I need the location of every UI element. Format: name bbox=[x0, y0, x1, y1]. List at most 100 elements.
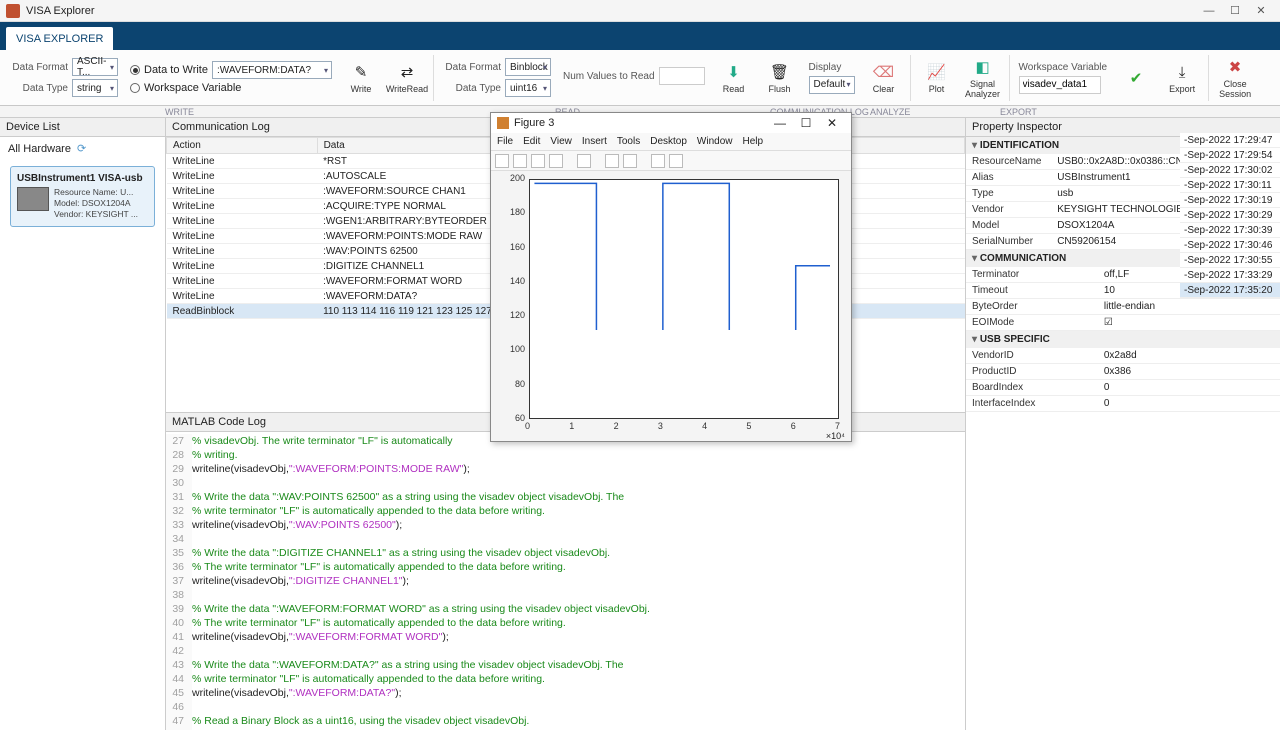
wvar-label: Workspace Variable bbox=[1019, 62, 1108, 73]
write-dataformat-label: Data Format bbox=[10, 62, 68, 73]
figure-titlebar[interactable]: Figure 3 — ☐ ✕ bbox=[491, 113, 851, 133]
read-datatype-dd[interactable]: uint16 bbox=[505, 79, 551, 97]
window-maximize-icon[interactable]: ☐ bbox=[1222, 2, 1248, 20]
figure-toolbar bbox=[491, 151, 851, 171]
device-list-title: Device List bbox=[0, 118, 165, 137]
figure-tool-icon[interactable] bbox=[651, 154, 665, 168]
numvals-input[interactable] bbox=[659, 67, 705, 85]
window-close-icon[interactable]: ✕ bbox=[1248, 2, 1274, 20]
property-row[interactable]: EOIMode☑ bbox=[966, 315, 1280, 331]
plot-trace bbox=[530, 180, 830, 330]
writeread-button[interactable]: ⇄WriteRead bbox=[384, 61, 430, 94]
signal-analyzer-button[interactable]: ◧Signal Analyzer bbox=[960, 56, 1006, 99]
write-group-label: WRITE bbox=[165, 107, 194, 117]
figure-tool-icon[interactable] bbox=[577, 154, 591, 168]
figure-menu-item[interactable]: Desktop bbox=[650, 136, 687, 147]
figure-menu-item[interactable]: Window bbox=[697, 136, 733, 147]
app-logo-icon bbox=[6, 4, 20, 18]
figure-menu-item[interactable]: Insert bbox=[582, 136, 607, 147]
figure-menu-item[interactable]: View bbox=[550, 136, 572, 147]
plot-ytick: 200 bbox=[499, 173, 525, 183]
figure-minimize-icon[interactable]: — bbox=[767, 116, 793, 130]
plot-button[interactable]: 📈Plot bbox=[914, 61, 960, 94]
device-name: USBInstrument1 VISA-usb bbox=[17, 173, 148, 184]
write-button[interactable]: ✎Write bbox=[338, 61, 384, 94]
device-image-icon bbox=[17, 187, 49, 211]
radio-workspace-var[interactable] bbox=[130, 83, 140, 93]
wvar-input[interactable] bbox=[1019, 76, 1101, 94]
flush-icon: 🗑 bbox=[769, 61, 791, 83]
figure-menu-item[interactable]: Edit bbox=[523, 136, 540, 147]
plot-ytick: 60 bbox=[499, 413, 525, 423]
plot-xtick: 3 bbox=[658, 421, 663, 431]
check-icon: ✔ bbox=[1125, 67, 1147, 89]
radio-data-to-write[interactable] bbox=[130, 65, 140, 75]
toolbar: Data Format ASCII-T... Data Type string … bbox=[0, 50, 1280, 106]
plot-xtick: 1 bbox=[569, 421, 574, 431]
plot-axes[interactable] bbox=[529, 179, 839, 419]
figure-menu-item[interactable]: Tools bbox=[617, 136, 640, 147]
figure-title: Figure 3 bbox=[514, 117, 554, 129]
export-icon: ⤓ bbox=[1171, 61, 1193, 83]
display-label: Display bbox=[809, 62, 842, 73]
figure-tool-icon[interactable] bbox=[605, 154, 619, 168]
figure-tool-icon[interactable] bbox=[549, 154, 563, 168]
radio-workspace-var-label: Workspace Variable bbox=[144, 82, 241, 94]
prop-section-header[interactable]: USB SPECIFIC bbox=[966, 331, 1280, 348]
ribbon-bar: VISA EXPLORER bbox=[0, 22, 1280, 50]
property-row[interactable]: ProductID0x386 bbox=[966, 364, 1280, 380]
figure-window[interactable]: Figure 3 — ☐ ✕ File Edit View Insert Tools De… bbox=[490, 112, 852, 442]
refresh-icon[interactable]: ⟳ bbox=[77, 142, 86, 155]
display-dd[interactable]: Default bbox=[809, 76, 855, 94]
figure-tool-icon[interactable] bbox=[495, 154, 509, 168]
close-session-icon: ✖ bbox=[1224, 56, 1246, 78]
code-area[interactable]: 27% visadevObj. The write terminator "LF… bbox=[166, 432, 965, 730]
write-dataformat-dd[interactable]: ASCII-T... bbox=[72, 58, 118, 76]
figure-tool-icon[interactable] bbox=[531, 154, 545, 168]
plot-ytick: 80 bbox=[499, 379, 525, 389]
property-row[interactable]: InterfaceIndex0 bbox=[966, 396, 1280, 412]
plot-ytick: 120 bbox=[499, 310, 525, 320]
plot-xtick: 4 bbox=[702, 421, 707, 431]
property-row[interactable]: BoardIndex0 bbox=[966, 380, 1280, 396]
figure-menu-item[interactable]: File bbox=[497, 136, 513, 147]
window-minimize-icon[interactable]: — bbox=[1196, 2, 1222, 20]
device-card[interactable]: USBInstrument1 VISA-usb Resource Name: U… bbox=[10, 166, 155, 227]
flush-button[interactable]: 🗑Flush bbox=[757, 61, 803, 94]
plot-ytick: 140 bbox=[499, 276, 525, 286]
write-datatype-dd[interactable]: string bbox=[72, 79, 118, 97]
export-button[interactable]: ⤓Export bbox=[1159, 61, 1205, 94]
read-dataformat-dd[interactable]: Binblock bbox=[505, 58, 551, 76]
figure-maximize-icon[interactable]: ☐ bbox=[793, 116, 819, 130]
radio-data-to-write-label: Data to Write bbox=[144, 64, 208, 76]
plot-xtick: 0 bbox=[525, 421, 530, 431]
figure-tool-icon[interactable] bbox=[513, 154, 527, 168]
property-row[interactable]: VendorID0x2a8d bbox=[966, 348, 1280, 364]
figure-menu-item[interactable]: Help bbox=[743, 136, 764, 147]
figure-close-icon[interactable]: ✕ bbox=[819, 116, 845, 130]
device-list-panel: Device List All Hardware ⟳ USBInstrument… bbox=[0, 118, 166, 730]
tab-visa-explorer[interactable]: VISA EXPLORER bbox=[6, 27, 113, 50]
property-row[interactable]: ByteOrderlittle-endian bbox=[966, 299, 1280, 315]
numvals-label: Num Values to Read bbox=[563, 71, 655, 82]
read-icon: ⬇ bbox=[723, 61, 745, 83]
plot-ytick: 100 bbox=[499, 344, 525, 354]
plot-xtick: 6 bbox=[791, 421, 796, 431]
writeread-icon: ⇄ bbox=[396, 61, 418, 83]
write-icon: ✎ bbox=[350, 61, 372, 83]
figure-tool-icon[interactable] bbox=[623, 154, 637, 168]
all-hardware-label[interactable]: All Hardware bbox=[8, 143, 71, 155]
plot-ytick: 180 bbox=[499, 207, 525, 217]
read-datatype-label: Data Type bbox=[443, 83, 501, 94]
wvar-ok-button[interactable]: ✔ bbox=[1113, 67, 1159, 89]
clear-button[interactable]: ⌫Clear bbox=[861, 61, 907, 94]
signal-analyzer-icon: ◧ bbox=[972, 56, 994, 78]
plot-icon: 📈 bbox=[926, 61, 948, 83]
write-value-dd[interactable]: :WAVEFORM:DATA? bbox=[212, 61, 332, 79]
figure-icon bbox=[497, 117, 509, 129]
read-button[interactable]: ⬇Read bbox=[711, 61, 757, 94]
figure-tool-icon[interactable] bbox=[669, 154, 683, 168]
analyze-group-label: ANALYZE bbox=[870, 107, 910, 117]
plot-ytick: 160 bbox=[499, 242, 525, 252]
close-session-button[interactable]: ✖Close Session bbox=[1212, 56, 1258, 99]
